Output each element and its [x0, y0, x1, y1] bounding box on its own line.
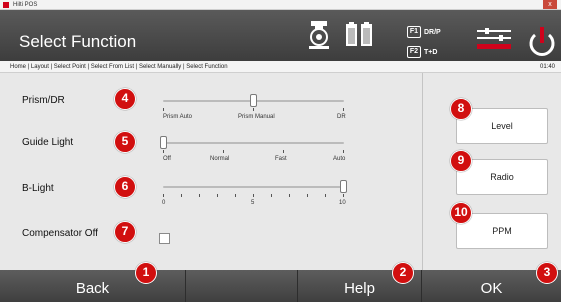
back-button[interactable]: Back — [0, 270, 186, 302]
battery-icon — [346, 22, 372, 46]
app-header: Select Function F1 DR/P F2 T+D — [0, 10, 561, 61]
guide-light-slider-thumb[interactable] — [160, 136, 167, 149]
slider-tick — [223, 150, 224, 153]
page-title: Select Function — [19, 32, 137, 51]
prism-dr-tick-label: DR — [337, 114, 346, 120]
slider-tick — [253, 194, 254, 197]
f2-key-box: F2 — [407, 46, 421, 58]
slider-tick — [163, 194, 164, 197]
b-light-tick-label: 0 — [162, 200, 166, 206]
slider-tick — [307, 194, 308, 197]
slider-tick — [163, 108, 164, 111]
breadcrumb[interactable]: Home | Layout | Select Point | Select Fr… — [10, 61, 228, 73]
slider-tick — [343, 150, 344, 153]
slider-tick — [271, 194, 272, 197]
guide-light-tick-label: Off — [163, 156, 171, 162]
slider-tick — [163, 150, 164, 153]
f1-key-box: F1 — [407, 26, 421, 38]
slider-tick — [325, 194, 326, 197]
window-close-button[interactable]: x — [543, 0, 557, 9]
f2-key-label: T+D — [424, 48, 438, 56]
clock: 01:40 — [539, 64, 555, 70]
power-icon[interactable] — [526, 24, 558, 60]
callout-badge: 8 — [450, 98, 472, 120]
window-title: Hilti POS — [13, 2, 38, 8]
b-light-slider-track — [163, 186, 344, 188]
guide-light-tick-label: Auto — [333, 156, 346, 162]
f1-key-label: DR/P — [424, 28, 441, 36]
slider-tick — [289, 194, 290, 197]
slider-tick — [235, 194, 236, 197]
f1-key[interactable]: F1 DR/P — [407, 24, 461, 40]
slider-tick — [343, 194, 344, 197]
breadcrumb-bar: Home | Layout | Select Point | Select Fr… — [0, 61, 561, 73]
callout-badge: 1 — [135, 262, 157, 284]
prism-dr-label: Prism/DR — [22, 95, 65, 106]
slider-tick — [217, 194, 218, 197]
guide-light-label: Guide Light — [22, 137, 74, 148]
settings-icon[interactable] — [477, 28, 511, 52]
compensator-off-label: Compensator Off — [22, 228, 98, 239]
callout-badge: 6 — [114, 176, 136, 198]
empty-softkey[interactable] — [186, 270, 298, 302]
b-light-slider-thumb[interactable] — [340, 180, 347, 193]
slider-tick — [283, 150, 284, 153]
app-window: Hilti POS x Select Function F1 DR/P F2 T… — [0, 0, 561, 302]
callout-badge: 5 — [114, 131, 136, 153]
function-keys: F1 DR/P F2 T+D — [407, 24, 461, 60]
app-logo-icon — [3, 2, 9, 8]
slider-tick — [253, 108, 254, 111]
slider-tick — [343, 108, 344, 111]
callout-badge: 4 — [114, 88, 136, 110]
callout-badge: 9 — [450, 150, 472, 172]
slider-tick — [199, 194, 200, 197]
callout-badge: 3 — [536, 262, 558, 284]
guide-light-slider-track — [163, 142, 344, 144]
main-content: Prism/DR Prism Auto Prism Manual DR 4 Gu… — [0, 73, 561, 270]
guide-light-tick-label: Fast — [275, 156, 287, 162]
b-light-tick-label: 5 — [251, 200, 255, 206]
guide-light-tick-label: Normal — [210, 156, 230, 162]
b-light-tick-label: 10 — [339, 200, 346, 206]
prism-dr-tick-label: Prism Auto — [163, 114, 193, 120]
os-title-bar: Hilti POS x — [0, 0, 561, 10]
prism-dr-slider-thumb[interactable] — [250, 94, 257, 107]
compensator-off-checkbox[interactable] — [159, 233, 170, 244]
callout-badge: 10 — [450, 202, 472, 224]
panel-divider — [422, 73, 423, 270]
callout-badge: 2 — [392, 262, 414, 284]
b-light-label: B-Light — [22, 183, 54, 194]
prism-icon[interactable] — [302, 18, 336, 52]
slider-tick — [181, 194, 182, 197]
prism-dr-tick-label: Prism Manual — [238, 114, 275, 120]
callout-badge: 7 — [114, 221, 136, 243]
f2-key[interactable]: F2 T+D — [407, 44, 461, 60]
bottom-bar: Back Help OK — [0, 270, 561, 302]
